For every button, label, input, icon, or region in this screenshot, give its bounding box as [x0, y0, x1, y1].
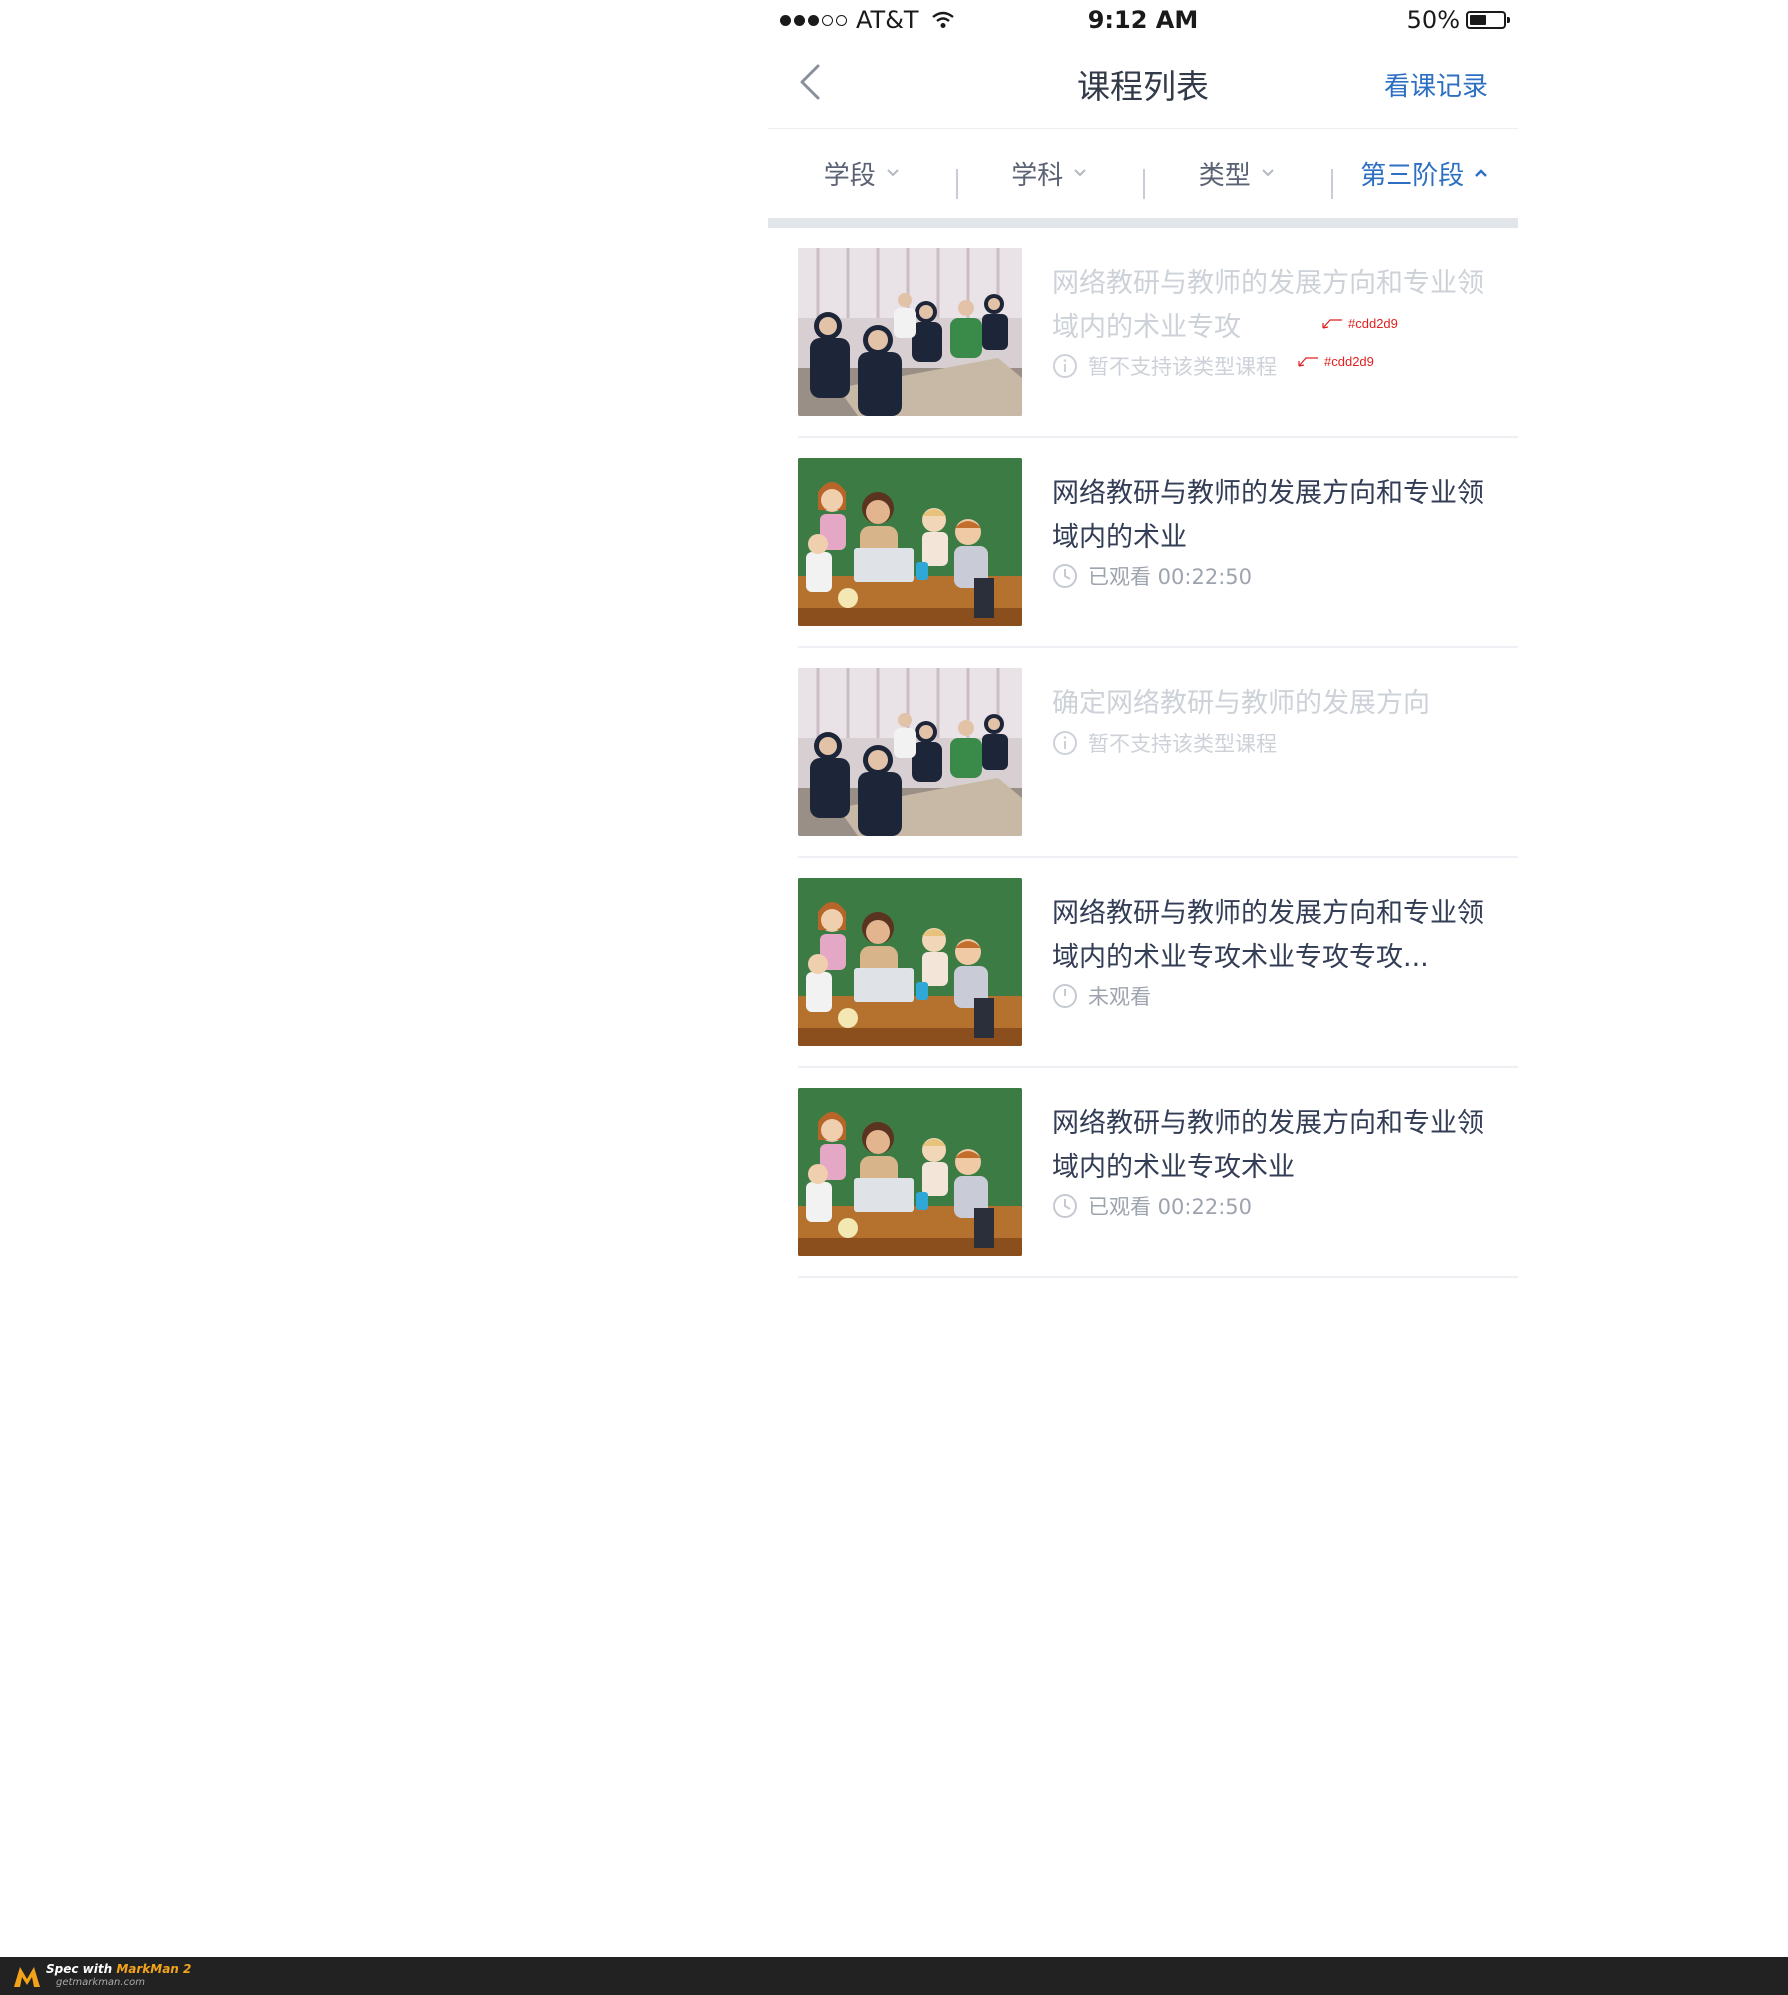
info-icon	[1053, 731, 1077, 755]
filter-stage[interactable]: 学段	[768, 155, 956, 192]
info-icon	[1053, 354, 1077, 378]
filter-phase[interactable]: 第三阶段	[1330, 155, 1519, 199]
status-time: 9:12 AM	[1087, 6, 1199, 34]
clock-icon	[1053, 1194, 1077, 1218]
course-status: 未观看	[1052, 981, 1151, 1011]
course-status-text: 已观看 00:22:50	[1088, 1195, 1252, 1219]
course-title: 确定网络教研与教师的发展方向	[1052, 688, 1430, 719]
chevron-down-icon	[1074, 169, 1086, 177]
spec-annotation: #cdd2d9	[1296, 354, 1374, 369]
course-status-text: 暂不支持该类型课程	[1088, 732, 1277, 756]
course-thumbnail	[798, 248, 1022, 416]
chevron-down-icon	[1262, 169, 1274, 177]
course-status: 已观看 00:22:50	[1052, 561, 1252, 591]
markman-footer: Spec with MarkMan 2 getmarkman.com	[0, 1957, 1788, 1995]
navigation-bar: 课程列表 看课记录	[768, 40, 1518, 129]
filter-type[interactable]: 类型	[1143, 155, 1331, 199]
battery-icon	[1466, 11, 1510, 29]
course-status: 已观看 00:22:50	[1052, 1191, 1252, 1221]
filter-label: 类型	[1198, 160, 1251, 191]
course-item[interactable]: 网络教研与教师的发展方向和专业领域内的术业专攻术业 已观看 00:22:50	[798, 1068, 1518, 1278]
filter-label: 学科	[1011, 160, 1064, 191]
phone-screen: AT&T 9:12 AM 50% 课程列表 看课记录 学段 学科 类型 第三阶段…	[768, 0, 1518, 1300]
chevron-down-icon	[887, 169, 899, 177]
chevron-up-icon	[1475, 169, 1488, 177]
course-list: 网络教研与教师的发展方向和专业领域内的术业专攻 暂不支持该类型课程 #cdd2d…	[798, 228, 1518, 1278]
course-status: 暂不支持该类型课程	[1052, 728, 1277, 758]
course-status-text: 已观看 00:22:50	[1088, 565, 1252, 589]
markman-brand: Spec with MarkMan 2	[46, 1962, 191, 1976]
course-thumbnail	[798, 1088, 1022, 1256]
arrow-icon	[1322, 318, 1342, 329]
clock-icon	[1053, 984, 1077, 1008]
course-status-text: 未观看	[1088, 985, 1151, 1009]
markman-brand-prefix: Spec with	[46, 1962, 117, 1976]
status-bar: AT&T 9:12 AM 50%	[768, 0, 1518, 40]
filter-subject[interactable]: 学科	[955, 155, 1144, 199]
course-thumbnail	[798, 668, 1022, 836]
course-thumbnail	[798, 458, 1022, 626]
course-item[interactable]: 网络教研与教师的发展方向和专业领域内的术业 已观看 00:22:50	[798, 438, 1518, 648]
filter-label: 第三阶段	[1360, 160, 1465, 191]
section-divider	[768, 218, 1518, 228]
course-title: 网络教研与教师的发展方向和专业领域内的术业专攻术业	[1052, 1108, 1484, 1183]
watch-history-button[interactable]: 看课记录	[1384, 66, 1488, 103]
markman-logo-icon	[14, 1967, 40, 1987]
course-title: 网络教研与教师的发展方向和专业领域内的术业专攻术业专攻专攻...	[1052, 898, 1484, 973]
course-title: 网络教研与教师的发展方向和专业领域内的术业	[1052, 478, 1484, 553]
clock-icon	[1053, 564, 1077, 588]
course-item[interactable]: 网络教研与教师的发展方向和专业领域内的术业专攻术业专攻专攻... 未观看	[798, 858, 1518, 1068]
filter-label: 学段	[823, 160, 876, 191]
course-item[interactable]: 确定网络教研与教师的发展方向 暂不支持该类型课程	[798, 648, 1518, 858]
course-status-text: 暂不支持该类型课程	[1088, 355, 1277, 379]
markman-site: getmarkman.com	[56, 1977, 145, 1988]
course-thumbnail	[798, 878, 1022, 1046]
course-item[interactable]: 网络教研与教师的发展方向和专业领域内的术业专攻 暂不支持该类型课程 #cdd2d…	[798, 228, 1518, 438]
markman-brand-app: MarkMan 2	[116, 1962, 192, 1976]
course-title: 网络教研与教师的发展方向和专业领域内的术业专攻	[1052, 268, 1484, 343]
annotation-color: #cdd2d9	[1348, 316, 1398, 331]
course-status: 暂不支持该类型课程	[1052, 351, 1277, 381]
spec-annotation: #cdd2d9	[1320, 316, 1398, 331]
filter-bar: 学段 学科 类型 第三阶段	[768, 129, 1518, 217]
battery-percent: 50%	[1406, 6, 1460, 34]
annotation-color: #cdd2d9	[1324, 354, 1374, 369]
arrow-icon	[1298, 356, 1318, 367]
